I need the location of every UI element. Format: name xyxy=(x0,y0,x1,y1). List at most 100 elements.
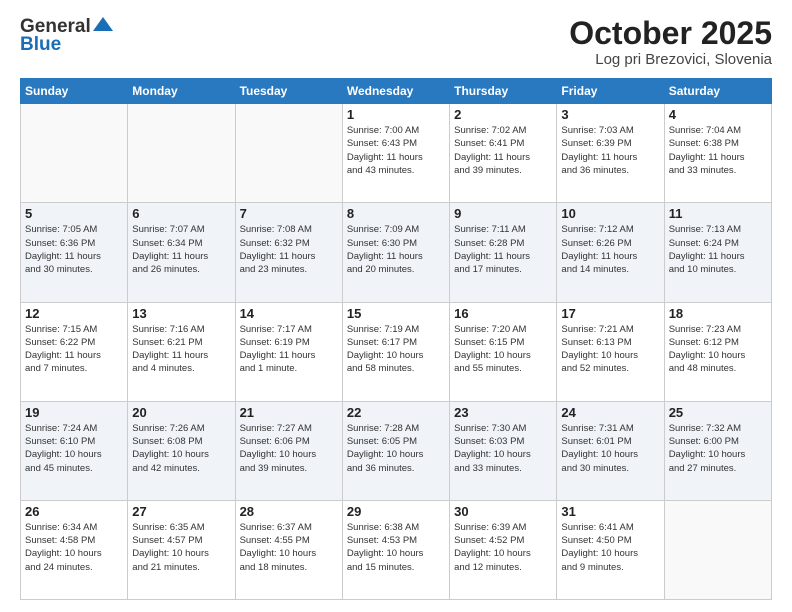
table-row: 22 Sunrise: 7:28 AM Sunset: 6:05 PM Dayli… xyxy=(342,401,449,500)
day-number: 17 xyxy=(561,306,659,321)
table-row: 9 Sunrise: 7:11 AM Sunset: 6:28 PM Daylig… xyxy=(450,203,557,302)
table-row: 5 Sunrise: 7:05 AM Sunset: 6:36 PM Daylig… xyxy=(21,203,128,302)
table-row: 14 Sunrise: 7:17 AM Sunset: 6:19 PM Dayli… xyxy=(235,302,342,401)
table-row: 3 Sunrise: 7:03 AM Sunset: 6:39 PM Daylig… xyxy=(557,104,664,203)
calendar-week-row: 26Sunrise: 6:34 AM Sunset: 4:58 PM Dayli… xyxy=(21,500,772,599)
day-info: Sunrise: 7:11 AM Sunset: 6:28 PM Dayligh… xyxy=(454,223,552,276)
day-info: Sunrise: 7:26 AM Sunset: 6:08 PM Dayligh… xyxy=(132,422,230,475)
day-info: Sunrise: 6:37 AM Sunset: 4:55 PM Dayligh… xyxy=(240,521,338,574)
header-monday: Monday xyxy=(128,79,235,104)
day-info: Sunrise: 7:00 AM Sunset: 6:43 PM Dayligh… xyxy=(347,124,445,177)
day-number: 7 xyxy=(240,206,338,221)
day-info: Sunrise: 7:16 AM Sunset: 6:21 PM Dayligh… xyxy=(132,323,230,376)
table-row: 7 Sunrise: 7:08 AM Sunset: 6:32 PM Daylig… xyxy=(235,203,342,302)
day-number: 30 xyxy=(454,504,552,519)
calendar-header-row: Sunday Monday Tuesday Wednesday Thursday… xyxy=(21,79,772,104)
day-number: 23 xyxy=(454,405,552,420)
header-friday: Friday xyxy=(557,79,664,104)
table-row: 1 Sunrise: 7:00 AM Sunset: 6:43 PM Daylig… xyxy=(342,104,449,203)
table-row: 8 Sunrise: 7:09 AM Sunset: 6:30 PM Daylig… xyxy=(342,203,449,302)
day-info: Sunrise: 7:20 AM Sunset: 6:15 PM Dayligh… xyxy=(454,323,552,376)
table-row: 15Sunrise: 7:19 AM Sunset: 6:17 PM Dayli… xyxy=(342,302,449,401)
header-saturday: Saturday xyxy=(664,79,771,104)
day-number: 12 xyxy=(25,306,123,321)
header: General Blue October 2025 Log pri Brezov… xyxy=(20,16,772,68)
day-number: 4 xyxy=(669,107,767,122)
day-number: 14 xyxy=(240,306,338,321)
day-info: Sunrise: 7:30 AM Sunset: 6:03 PM Dayligh… xyxy=(454,422,552,475)
day-number: 20 xyxy=(132,405,230,420)
day-number: 27 xyxy=(132,504,230,519)
day-number: 29 xyxy=(347,504,445,519)
day-number: 10 xyxy=(561,206,659,221)
header-wednesday: Wednesday xyxy=(342,79,449,104)
table-row: 18Sunrise: 7:23 AM Sunset: 6:12 PM Dayli… xyxy=(664,302,771,401)
calendar-table: Sunday Monday Tuesday Wednesday Thursday… xyxy=(20,78,772,600)
table-row xyxy=(21,104,128,203)
day-number: 3 xyxy=(561,107,659,122)
day-info: Sunrise: 7:31 AM Sunset: 6:01 PM Dayligh… xyxy=(561,422,659,475)
day-info: Sunrise: 7:27 AM Sunset: 6:06 PM Dayligh… xyxy=(240,422,338,475)
calendar-week-row: 19 Sunrise: 7:24 AM Sunset: 6:10 PM Dayli… xyxy=(21,401,772,500)
day-number: 6 xyxy=(132,206,230,221)
day-info: Sunrise: 7:13 AM Sunset: 6:24 PM Dayligh… xyxy=(669,223,767,276)
day-info: Sunrise: 7:28 AM Sunset: 6:05 PM Dayligh… xyxy=(347,422,445,475)
day-number: 8 xyxy=(347,206,445,221)
day-number: 5 xyxy=(25,206,123,221)
day-number: 24 xyxy=(561,405,659,420)
day-number: 1 xyxy=(347,107,445,122)
table-row xyxy=(128,104,235,203)
table-row xyxy=(664,500,771,599)
day-number: 22 xyxy=(347,405,445,420)
table-row: 6 Sunrise: 7:07 AM Sunset: 6:34 PM Daylig… xyxy=(128,203,235,302)
title-block: October 2025 Log pri Brezovici, Slovenia xyxy=(569,16,772,68)
day-info: Sunrise: 7:09 AM Sunset: 6:30 PM Dayligh… xyxy=(347,223,445,276)
table-row: 12Sunrise: 7:15 AM Sunset: 6:22 PM Dayli… xyxy=(21,302,128,401)
day-number: 31 xyxy=(561,504,659,519)
table-row: 31 Sunrise: 6:41 AM Sunset: 4:50 PM Dayli… xyxy=(557,500,664,599)
table-row: 20 Sunrise: 7:26 AM Sunset: 6:08 PM Dayli… xyxy=(128,401,235,500)
table-row: 19 Sunrise: 7:24 AM Sunset: 6:10 PM Dayli… xyxy=(21,401,128,500)
header-sunday: Sunday xyxy=(21,79,128,104)
day-info: Sunrise: 7:05 AM Sunset: 6:36 PM Dayligh… xyxy=(25,223,123,276)
table-row: 4 Sunrise: 7:04 AM Sunset: 6:38 PM Daylig… xyxy=(664,104,771,203)
table-row: 17Sunrise: 7:21 AM Sunset: 6:13 PM Dayli… xyxy=(557,302,664,401)
calendar-week-row: 12Sunrise: 7:15 AM Sunset: 6:22 PM Dayli… xyxy=(21,302,772,401)
day-number: 16 xyxy=(454,306,552,321)
table-row: 10 Sunrise: 7:12 AM Sunset: 6:26 PM Dayli… xyxy=(557,203,664,302)
day-number: 2 xyxy=(454,107,552,122)
table-row: 11 Sunrise: 7:13 AM Sunset: 6:24 PM Dayli… xyxy=(664,203,771,302)
day-number: 25 xyxy=(669,405,767,420)
day-info: Sunrise: 7:03 AM Sunset: 6:39 PM Dayligh… xyxy=(561,124,659,177)
page: General Blue October 2025 Log pri Brezov… xyxy=(0,0,792,612)
day-number: 19 xyxy=(25,405,123,420)
header-thursday: Thursday xyxy=(450,79,557,104)
day-info: Sunrise: 7:17 AM Sunset: 6:19 PM Dayligh… xyxy=(240,323,338,376)
header-tuesday: Tuesday xyxy=(235,79,342,104)
day-info: Sunrise: 7:08 AM Sunset: 6:32 PM Dayligh… xyxy=(240,223,338,276)
table-row: 25 Sunrise: 7:32 AM Sunset: 6:00 PM Dayli… xyxy=(664,401,771,500)
day-number: 21 xyxy=(240,405,338,420)
day-info: Sunrise: 6:38 AM Sunset: 4:53 PM Dayligh… xyxy=(347,521,445,574)
day-info: Sunrise: 6:34 AM Sunset: 4:58 PM Dayligh… xyxy=(25,521,123,574)
day-info: Sunrise: 7:32 AM Sunset: 6:00 PM Dayligh… xyxy=(669,422,767,475)
day-info: Sunrise: 7:24 AM Sunset: 6:10 PM Dayligh… xyxy=(25,422,123,475)
day-info: Sunrise: 7:23 AM Sunset: 6:12 PM Dayligh… xyxy=(669,323,767,376)
table-row: 24 Sunrise: 7:31 AM Sunset: 6:01 PM Dayli… xyxy=(557,401,664,500)
calendar-subtitle: Log pri Brezovici, Slovenia xyxy=(569,51,772,68)
day-info: Sunrise: 6:41 AM Sunset: 4:50 PM Dayligh… xyxy=(561,521,659,574)
table-row: 29 Sunrise: 6:38 AM Sunset: 4:53 PM Dayli… xyxy=(342,500,449,599)
calendar-title: October 2025 xyxy=(569,16,772,51)
day-info: Sunrise: 7:04 AM Sunset: 6:38 PM Dayligh… xyxy=(669,124,767,177)
table-row: 21 Sunrise: 7:27 AM Sunset: 6:06 PM Dayli… xyxy=(235,401,342,500)
table-row: 28Sunrise: 6:37 AM Sunset: 4:55 PM Dayli… xyxy=(235,500,342,599)
day-number: 13 xyxy=(132,306,230,321)
logo-icon xyxy=(93,17,113,33)
day-info: Sunrise: 7:19 AM Sunset: 6:17 PM Dayligh… xyxy=(347,323,445,376)
day-number: 9 xyxy=(454,206,552,221)
day-info: Sunrise: 7:07 AM Sunset: 6:34 PM Dayligh… xyxy=(132,223,230,276)
table-row: 26Sunrise: 6:34 AM Sunset: 4:58 PM Dayli… xyxy=(21,500,128,599)
calendar-week-row: 1 Sunrise: 7:00 AM Sunset: 6:43 PM Daylig… xyxy=(21,104,772,203)
day-number: 11 xyxy=(669,206,767,221)
day-info: Sunrise: 7:12 AM Sunset: 6:26 PM Dayligh… xyxy=(561,223,659,276)
